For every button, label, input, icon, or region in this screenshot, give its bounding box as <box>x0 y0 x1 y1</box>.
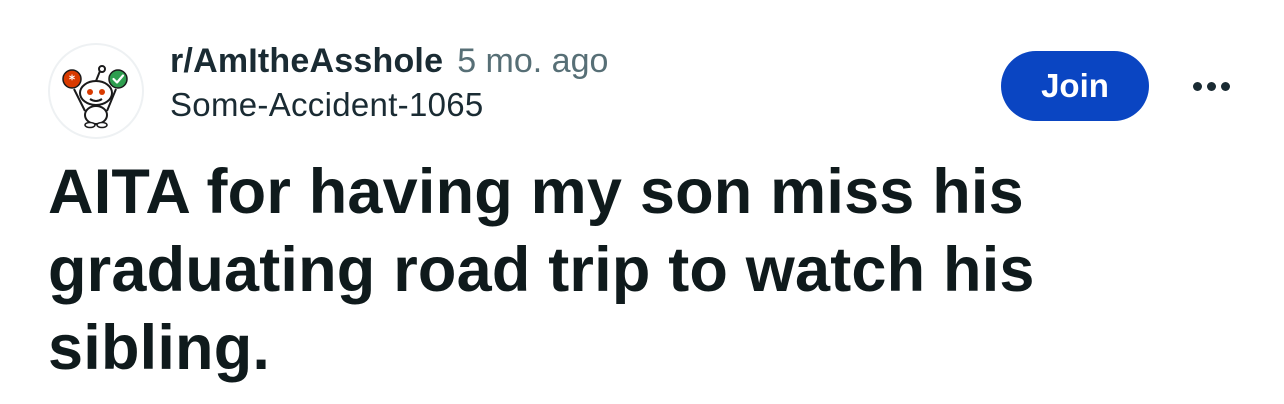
more-horizontal-icon-dot <box>1220 81 1230 91</box>
svg-text:*: * <box>69 73 76 87</box>
post-age: 5 mo. ago <box>457 42 609 80</box>
subreddit-link[interactable]: r/AmItheAsshole <box>170 42 443 81</box>
more-horizontal-icon-dot <box>1206 81 1216 91</box>
more-options-button[interactable] <box>1183 68 1239 104</box>
author-link[interactable]: Some-Accident-1065 <box>170 86 608 124</box>
post-meta: r/AmItheAsshole 5 mo. ago Some-Accident-… <box>170 42 608 124</box>
post-meta-line: r/AmItheAsshole 5 mo. ago <box>170 42 608 86</box>
post-header: * r/AmItheAsshole 5 mo. ago Some-Acciden… <box>48 40 1248 140</box>
post-title[interactable]: AITA for having my son miss his graduati… <box>48 153 1248 387</box>
join-button[interactable]: Join <box>1001 51 1149 121</box>
subreddit-avatar[interactable]: * <box>48 43 144 139</box>
snoo-judge-icon: * <box>62 65 128 129</box>
more-horizontal-icon <box>1192 81 1202 91</box>
